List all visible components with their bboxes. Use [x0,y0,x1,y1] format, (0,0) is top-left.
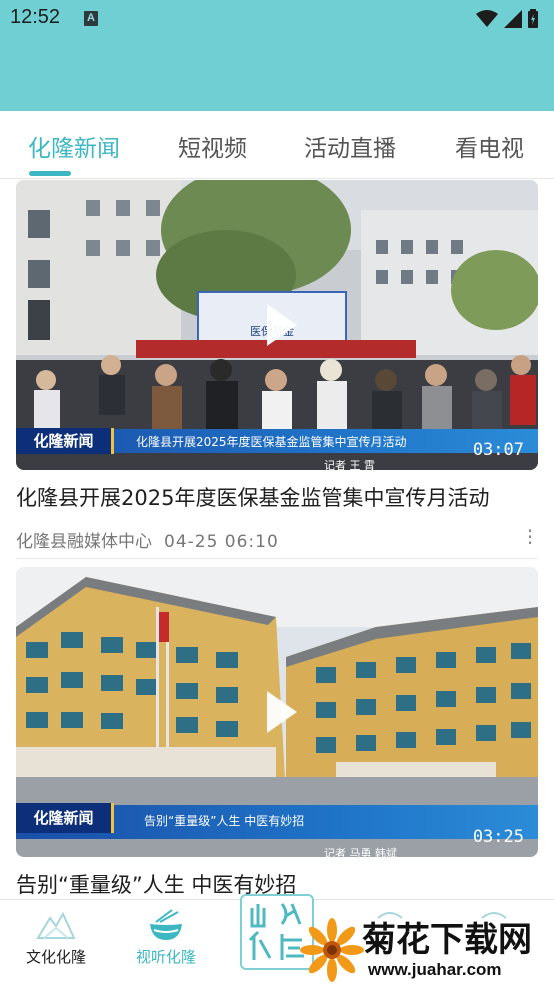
signal-icon [504,9,522,28]
wifi-icon [476,9,498,27]
banner-caption: 告别“重量级”人生 中医有妙招 [144,814,305,828]
mountain-icon [36,911,76,939]
reporter-credit: 记者 王 霄 [324,459,375,470]
category-tabs: 化隆新闻 短视频 活动直播 看电视 [0,111,554,179]
video-thumbnail[interactable]: 化隆新闻 告别“重量级”人生 中医有妙招 记者 马勇 韩斌 03:25 [16,567,538,857]
watermark-url: www.juahar.com [368,960,502,979]
status-bar: 12:52 A [0,0,554,40]
battery-icon [528,9,538,28]
nav-culture-hualong[interactable]: 文化化隆 [6,908,106,967]
video-thumbnail[interactable]: 医保基金 化隆新闻 化隆县开展2025年度医保基金监管集中宣传月活动 记者 王 … [16,180,538,470]
banner-logo: 化隆新闻 [16,803,114,833]
video-duration: 03:07 [472,440,524,460]
tab-hualong-news[interactable]: 化隆新闻 [28,129,120,163]
noodle-bowl-icon [150,909,182,940]
system-icons [476,9,538,28]
card-divider [16,558,538,559]
app-header: 12:52 A [0,0,554,111]
article-meta: 化隆县融媒体中心 04-25 06:10 [16,527,279,552]
article-date: 04-25 06:10 [164,532,279,552]
banner-caption: 化隆县开展2025年度医保基金监管集中宣传月活动 [136,435,407,449]
tab-live-events[interactable]: 活动直播 [304,129,396,163]
video-duration: 03:25 [472,827,524,847]
notification-a-icon: A [84,11,98,26]
tab-short-video[interactable]: 短视频 [178,129,247,163]
article-source: 化隆县融媒体中心 [16,532,152,552]
reporter-credit: 记者 马勇 韩斌 [324,847,397,857]
news-card[interactable]: 医保基金 化隆新闻 化隆县开展2025年度医保基金监管集中宣传月活动 记者 王 … [0,180,554,558]
banner-logo: 化隆新闻 [16,428,114,454]
nav-audiovisual-hualong[interactable]: 视听化隆 [116,908,216,967]
nav-label: 文化化隆 [25,948,86,966]
article-title[interactable]: 化隆县开展2025年度医保基金监管集中宣传月活动 [16,482,489,512]
tab-watch-tv[interactable]: 看电视 [455,129,524,163]
play-icon[interactable] [267,304,297,346]
site-watermark: 菊花下载网 www.juahar.com [300,910,554,984]
more-options-icon[interactable]: · · · [526,521,534,553]
status-time: 12:52 [10,6,61,28]
news-card[interactable]: 化隆新闻 告别“重量级”人生 中医有妙招 记者 马勇 韩斌 03:25 告别“重… [0,567,554,899]
flower-logo-icon [300,918,364,982]
watermark-title: 菊花下载网 [362,921,532,959]
active-tab-indicator [29,171,71,176]
play-icon[interactable] [267,691,297,733]
nav-label: 视听化隆 [135,948,196,966]
